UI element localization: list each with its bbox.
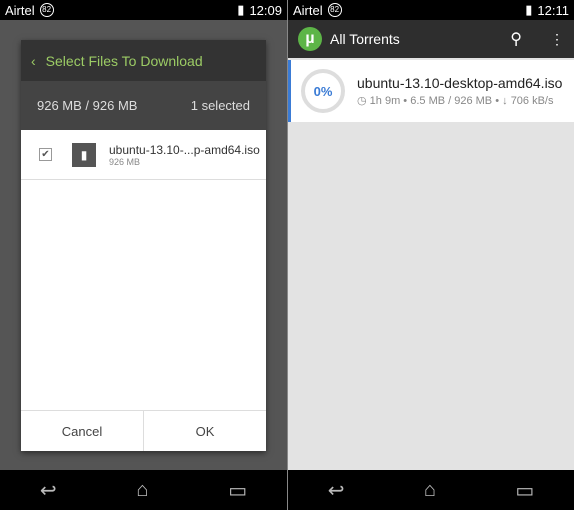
carrier-label: Airtel <box>293 2 323 18</box>
selected-count: 1 selected <box>190 98 250 113</box>
speed: 706 kB/s <box>510 95 554 107</box>
download-arrow-icon: ↓ <box>502 95 508 107</box>
torrent-meta: ◷ 1h 9m • 6.5 MB / 926 MB • ↓ 706 kB/s <box>357 95 554 107</box>
dialog-summary: 926 MB / 926 MB 1 selected <box>21 81 266 130</box>
back-icon[interactable]: ↩ <box>328 478 345 503</box>
nav-bar: ↩ ⌂ ▭ <box>288 470 574 510</box>
search-icon[interactable]: ⚲ <box>510 29 522 49</box>
home-icon[interactable]: ⌂ <box>424 479 436 502</box>
eta: 1h 9m <box>369 95 401 107</box>
size-summary: 926 MB / 926 MB <box>37 98 138 113</box>
file-name: ubuntu-13.10-...p-amd64.iso <box>109 142 260 157</box>
back-chevron-icon[interactable]: ‹ <box>31 53 36 69</box>
status-bar: Airtel 82 ▮ 12:11 <box>288 0 574 20</box>
file-checkbox[interactable]: ✔ <box>39 148 52 161</box>
clock-icon: ◷ <box>357 95 367 107</box>
progress-ring: 0% <box>301 69 345 113</box>
action-bar: µ All Torrents ⚲ ⋮ <box>288 20 574 58</box>
clock: 12:09 <box>249 2 282 18</box>
recents-icon[interactable]: ▭ <box>515 478 534 503</box>
status-bar: Airtel 82 ▮ 12:09 <box>0 0 287 20</box>
signal-icon: ▮ <box>237 2 245 17</box>
utorrent-logo-icon: µ <box>298 27 322 51</box>
overflow-menu-icon[interactable]: ⋮ <box>550 31 564 48</box>
ok-button[interactable]: OK <box>144 411 266 451</box>
file-icon: ▮ <box>72 142 96 167</box>
torrent-name: ubuntu-13.10-desktop-amd64.iso <box>357 75 563 91</box>
downloaded: 6.5 MB / 926 MB <box>410 95 493 107</box>
file-row[interactable]: ✔ ▮ ubuntu-13.10-...p-amd64.iso 926 MB <box>21 130 266 180</box>
view-selector[interactable]: All Torrents <box>330 31 510 47</box>
nav-bar: ↩ ⌂ ▭ <box>0 470 287 510</box>
back-icon[interactable]: ↩ <box>40 478 57 503</box>
dialog-header: ‹ Select Files To Download <box>21 40 266 81</box>
left-screen: Airtel 82 ▮ 12:09 ↩ ⌂ ▭ ‹ Select Files T… <box>0 0 287 510</box>
clock: 12:11 <box>537 2 569 18</box>
signal-icon: ▮ <box>525 2 533 17</box>
torrent-item[interactable]: 0% ubuntu-13.10-desktop-amd64.iso ◷ 1h 9… <box>288 60 574 122</box>
notification-badge: 82 <box>327 3 342 17</box>
recents-icon[interactable]: ▭ <box>228 478 247 503</box>
select-files-dialog: ‹ Select Files To Download 926 MB / 926 … <box>21 40 266 451</box>
file-size: 926 MB <box>109 156 141 167</box>
notification-badge: 82 <box>39 3 54 17</box>
carrier-label: Airtel <box>5 2 35 18</box>
cancel-button[interactable]: Cancel <box>21 411 144 451</box>
dialog-title: Select Files To Download <box>45 52 203 69</box>
right-screen: Airtel 82 ▮ 12:11 µ All Torrents ⚲ ⋮ 0% … <box>288 0 574 510</box>
dialog-buttons: Cancel OK <box>21 410 266 451</box>
home-icon[interactable]: ⌂ <box>136 479 148 502</box>
